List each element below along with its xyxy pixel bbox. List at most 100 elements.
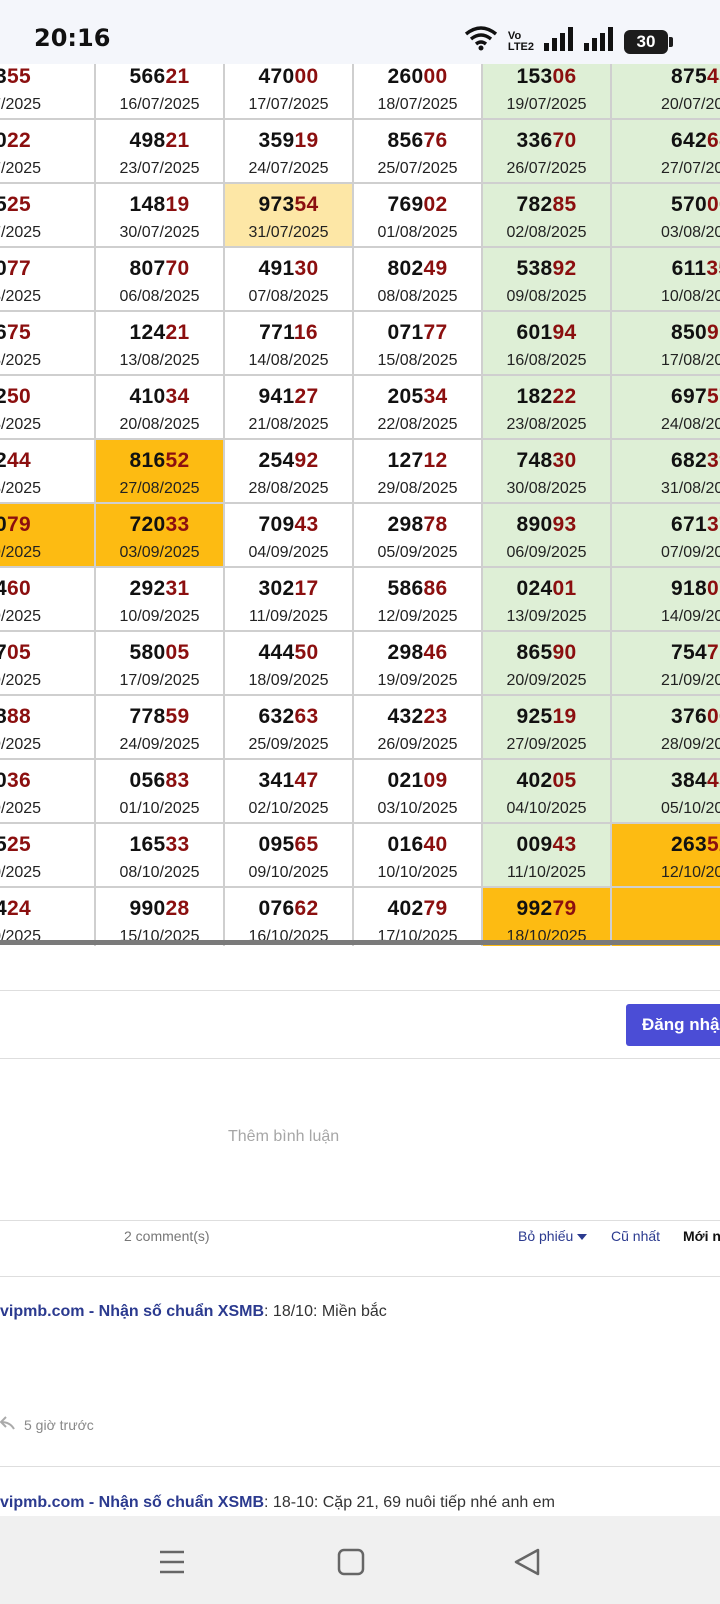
result-cell: 77859 24/09/2025 [96, 696, 225, 760]
result-cell: 91807 14/09/2025 [612, 568, 720, 632]
result-number: 18222 [516, 385, 577, 408]
divider [0, 1220, 720, 1221]
result-cell: 49130 07/08/2025 [225, 248, 354, 312]
result-number: 74244 [0, 449, 31, 472]
result-number: 68250 [0, 385, 31, 408]
result-date: 10/08/2025 [660, 288, 720, 305]
result-date: 12/08/2025 [0, 352, 42, 369]
result-cell: 05683 01/10/2025 [96, 760, 225, 824]
sort-oldest-link[interactable]: Cũ nhất [611, 1228, 660, 1244]
result-cell: 12421 13/08/2025 [96, 312, 225, 376]
result-cell: 25525 29/07/2025 [0, 184, 96, 248]
result-date: 26/07/2025 [506, 160, 587, 177]
reply-arrow-icon[interactable] [0, 1416, 16, 1433]
result-cell: 16533 08/10/2025 [96, 824, 225, 888]
result-cell: 68250 19/08/2025 [0, 376, 96, 440]
result-number: 77675 [0, 321, 31, 344]
result-number: 41034 [129, 385, 190, 408]
signal-icon-2 [584, 27, 614, 56]
result-cell: 69757 24/08/2025 [612, 376, 720, 440]
result-number: 49821 [129, 129, 190, 152]
result-date: 09/09/2025 [0, 608, 42, 625]
sort-vote-label: Bỏ phiếu [518, 1228, 574, 1244]
result-cell: 43223 26/09/2025 [354, 696, 483, 760]
status-icons: Vo LTE2 30 [464, 26, 673, 57]
menu-icon[interactable] [152, 1542, 192, 1582]
result-number: 58686 [387, 577, 448, 600]
result-cell: 03460 09/09/2025 [0, 568, 96, 632]
result-number: 80770 [129, 257, 190, 280]
result-cell: 75471 21/09/2025 [612, 632, 720, 696]
result-date: 22/07/2025 [0, 160, 42, 177]
result-number: 25525 [0, 193, 31, 216]
result-cell: 53892 09/08/2025 [483, 248, 612, 312]
result-number: 35079 [0, 513, 31, 536]
result-number: 99279 [516, 897, 577, 920]
wifi-icon [464, 26, 498, 57]
result-number: 29231 [129, 577, 190, 600]
result-cell: 29878 05/09/2025 [354, 504, 483, 568]
result-date: 28/08/2025 [248, 480, 329, 497]
result-cell [612, 888, 720, 946]
comment-input[interactable]: Thêm bình luận [0, 1060, 580, 1220]
result-number: 17705 [0, 641, 31, 664]
divider [0, 1058, 720, 1059]
result-number: 91807 [671, 577, 720, 600]
result-number: 44450 [258, 641, 319, 664]
battery-icon: 30 [624, 29, 673, 54]
table-row: 74244 26/08/2025 81652 27/08/2025 25492 28/08… [0, 440, 720, 504]
result-date: 16/07/2025 [119, 96, 200, 113]
result-cell: 44450 18/09/2025 [225, 632, 354, 696]
back-triangle-icon[interactable] [508, 1542, 548, 1582]
result-date: 29/08/2025 [377, 480, 458, 497]
result-date: 10/10/2025 [377, 864, 458, 881]
result-date: 24/09/2025 [119, 736, 200, 753]
result-cell: 07662 16/10/2025 [225, 888, 354, 946]
result-date: 18/07/2025 [377, 96, 458, 113]
comment-author[interactable]: vipmb.com - Nhận số chuẩn XSMB [0, 1494, 264, 1511]
table-row: 2042414/10/20259902815/10/20250766216/10… [0, 888, 720, 946]
result-number: 42525 [0, 833, 31, 856]
result-number: 29846 [387, 641, 448, 664]
table-row: 25525 29/07/2025 14819 30/07/2025 97354 31/07… [0, 184, 720, 248]
result-date: 10/09/2025 [119, 608, 200, 625]
comment-time: 5 giờ trước [24, 1416, 94, 1433]
result-date: 15/07/2025 [0, 96, 42, 113]
home-square-icon[interactable] [331, 1542, 371, 1582]
table-row: 38355 15/07/2025 56621 16/07/2025 47000 17/07… [0, 64, 720, 120]
result-cell: 29846 19/09/2025 [354, 632, 483, 696]
result-date: 17/09/2025 [119, 672, 200, 689]
result-number: 78285 [516, 193, 577, 216]
result-cell: 56621 16/07/2025 [96, 64, 225, 120]
result-date: 23/07/2025 [119, 160, 200, 177]
result-number: 02109 [387, 769, 448, 792]
result-date: 02/10/2025 [248, 800, 329, 817]
result-number: 25492 [258, 449, 319, 472]
result-number: 16533 [129, 833, 190, 856]
result-number: 75471 [671, 641, 720, 664]
result-date: 03/08/2025 [660, 224, 720, 241]
comment-author[interactable]: vipmb.com - Nhận số chuẩn XSMB [0, 1303, 264, 1320]
result-date: 27/09/2025 [506, 736, 587, 753]
result-number: 77859 [129, 705, 190, 728]
result-date: 19/09/2025 [377, 672, 458, 689]
result-number: 38355 [0, 65, 31, 88]
result-date: 02/09/2025 [0, 544, 42, 561]
result-cell: 18222 23/08/2025 [483, 376, 612, 440]
sort-newest-link[interactable]: Mới nhất [683, 1228, 720, 1244]
result-cell: 60194 16/08/2025 [483, 312, 612, 376]
table-row: 42525 07/10/2025 16533 08/10/2025 09565 09/10… [0, 824, 720, 888]
result-number: 74830 [516, 449, 577, 472]
result-cell: 2042414/10/2025 [0, 888, 96, 946]
result-number: 97354 [258, 193, 319, 216]
result-cell: 89093 06/09/2025 [483, 504, 612, 568]
login-button[interactable]: Đăng nhập [626, 1004, 720, 1046]
result-number: 30217 [258, 577, 319, 600]
result-cell: 61135 10/08/2025 [612, 248, 720, 312]
result-date: 12/09/2025 [377, 608, 458, 625]
sort-vote-dropdown[interactable]: Bỏ phiếu [518, 1228, 588, 1244]
result-number: 81652 [129, 449, 190, 472]
result-date: 14/08/2025 [248, 352, 329, 369]
comment-text: : 18/10: Miền bắc [264, 1303, 387, 1320]
result-number: 49130 [258, 257, 319, 280]
